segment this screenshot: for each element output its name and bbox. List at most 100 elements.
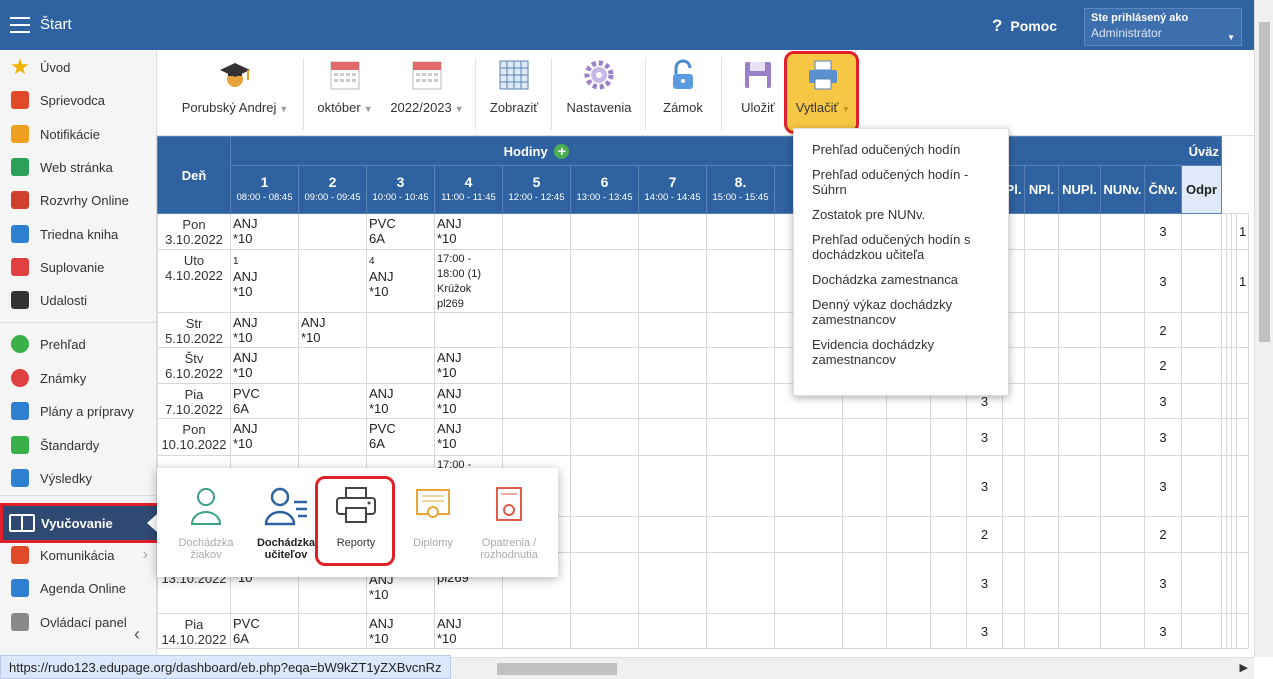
lesson-cell[interactable] — [366, 312, 435, 348]
month-select[interactable]: október ▼ — [315, 58, 375, 130]
sidebar-item-plány-a-prípravy[interactable]: Plány a prípravy — [0, 395, 156, 427]
print-menu-item[interactable]: Prehľad odučených hodín - Súhrn — [794, 162, 1008, 202]
lesson-cell[interactable] — [570, 249, 639, 313]
lesson-cell[interactable] — [638, 213, 707, 250]
lesson-cell[interactable] — [570, 418, 639, 456]
lesson-cell[interactable] — [706, 418, 775, 456]
lesson-cell[interactable]: PVC 6A — [230, 613, 299, 649]
lesson-cell[interactable] — [706, 455, 775, 517]
lesson-cell[interactable] — [298, 249, 367, 313]
sidebar-item-ovládací-panel[interactable]: Ovládací panel — [0, 606, 156, 638]
day-cell[interactable]: Pon 3.10.2022 — [157, 213, 231, 250]
lesson-cell[interactable] — [706, 249, 775, 313]
lesson-cell[interactable] — [298, 347, 367, 384]
sidebar-item-rozvrhy-online[interactable]: Rozvrhy Online — [0, 184, 156, 216]
lesson-cell[interactable]: ANJ *10 — [230, 347, 299, 384]
lesson-cell[interactable] — [706, 516, 775, 553]
lesson-cell[interactable] — [298, 418, 367, 456]
lesson-cell[interactable]: PVC 6A — [230, 383, 299, 419]
sidebar-item-štandardy[interactable]: Štandardy — [0, 429, 156, 461]
sidebar-item-udalosti[interactable]: Udalosti — [0, 284, 156, 316]
lesson-cell[interactable] — [570, 613, 639, 649]
lesson-cell[interactable] — [638, 418, 707, 456]
sidebar-item-notifikácie[interactable]: Notifikácie — [0, 118, 156, 150]
lesson-cell[interactable] — [706, 312, 775, 348]
lesson-cell[interactable] — [706, 613, 775, 649]
lesson-cell[interactable] — [638, 455, 707, 517]
lesson-cell[interactable]: ANJ *10 — [230, 312, 299, 348]
lesson-cell[interactable] — [570, 455, 639, 517]
lesson-cell[interactable] — [706, 383, 775, 419]
year-select[interactable]: 2022/2023 ▼ — [387, 58, 467, 130]
lesson-cell[interactable] — [774, 613, 843, 649]
sidebar-item-prehľad[interactable]: Prehľad — [0, 328, 156, 360]
collapse-sidebar-icon[interactable]: ‹ — [134, 624, 140, 645]
print-menu-item[interactable]: Prehľad odučených hodín s dochádzkou uči… — [794, 227, 1008, 267]
lesson-cell[interactable]: ANJ *10 — [366, 383, 435, 419]
lesson-cell[interactable] — [706, 213, 775, 250]
hamburger-menu-icon[interactable] — [10, 17, 30, 33]
lesson-cell[interactable]: ANJ *10 — [366, 613, 435, 649]
lesson-cell[interactable]: ANJ *10 — [434, 383, 503, 419]
lesson-cell[interactable] — [774, 552, 843, 614]
lesson-cell[interactable] — [366, 347, 435, 384]
lesson-cell[interactable] — [502, 347, 571, 384]
sidebar-item-web-stránka[interactable]: Web stránka — [0, 151, 156, 183]
lesson-cell[interactable] — [502, 418, 571, 456]
lesson-cell[interactable]: ANJ *10 — [298, 312, 367, 348]
lesson-cell[interactable] — [570, 347, 639, 384]
lesson-cell[interactable] — [298, 383, 367, 419]
add-hour-icon[interactable]: + — [554, 143, 570, 159]
arrow-right-icon[interactable]: ▶ — [1240, 661, 1248, 674]
sidebar-item-suplovanie[interactable]: Suplovanie — [0, 251, 156, 283]
lesson-cell[interactable] — [638, 312, 707, 348]
lesson-cell[interactable] — [502, 383, 571, 419]
student-attendance-item[interactable]: Dochádzka žiakov — [167, 486, 245, 561]
settings-button[interactable]: Nastavenia — [561, 58, 637, 130]
save-button[interactable]: Uložiť — [731, 58, 785, 130]
lesson-cell[interactable] — [638, 347, 707, 384]
lesson-cell[interactable] — [434, 312, 503, 348]
print-button[interactable]: Vytlačiť ▼ — [790, 58, 856, 130]
lock-button[interactable]: Zámok — [655, 58, 711, 130]
lesson-cell[interactable] — [638, 383, 707, 419]
day-cell[interactable]: Str 5.10.2022 — [157, 312, 231, 348]
lesson-cell[interactable]: PVC 6A — [366, 213, 435, 250]
lesson-cell[interactable] — [570, 213, 639, 250]
lesson-cell[interactable]: ANJ *10 — [434, 347, 503, 384]
print-menu-item[interactable]: Zostatok pre NUNv. — [794, 202, 1008, 227]
help-link[interactable]: ? Pomoc — [992, 16, 1057, 36]
teacher-select[interactable]: Porubský Andrej ▼ — [179, 58, 291, 130]
sidebar-item-komunikácia[interactable]: Komunikácia › — [0, 539, 156, 571]
sidebar-item-triedna-kniha[interactable]: Triedna kniha — [0, 218, 156, 250]
show-button[interactable]: Zobraziť — [483, 58, 545, 130]
lesson-cell[interactable] — [706, 552, 775, 614]
lesson-cell[interactable] — [638, 552, 707, 614]
sidebar-item-výsledky[interactable]: Výsledky — [0, 462, 156, 494]
lesson-cell[interactable] — [502, 213, 571, 250]
lesson-cell[interactable] — [570, 516, 639, 553]
lesson-cell[interactable] — [502, 613, 571, 649]
lesson-cell[interactable] — [298, 613, 367, 649]
lesson-cell[interactable] — [298, 213, 367, 250]
lesson-cell[interactable]: ANJ *10 — [434, 213, 503, 250]
sidebar-item-vyucovanie[interactable]: Vyučovanie — [0, 503, 160, 543]
day-cell[interactable]: Štv 6.10.2022 — [157, 347, 231, 384]
lesson-cell[interactable] — [638, 516, 707, 553]
lesson-cell[interactable] — [502, 249, 571, 313]
reports-item[interactable]: Reporty — [317, 486, 395, 549]
day-cell[interactable]: Pia 7.10.2022 — [157, 383, 231, 419]
lesson-cell[interactable]: ANJ *10 — [434, 613, 503, 649]
lesson-cell[interactable]: ANJ *10 — [230, 418, 299, 456]
lesson-cell[interactable] — [774, 516, 843, 553]
lesson-cell[interactable]: PVC 6A — [366, 418, 435, 456]
print-menu-item[interactable]: Dochádzka zamestnanca — [794, 267, 1008, 292]
sidebar-item-úvod[interactable]: Úvod — [0, 51, 156, 83]
day-cell[interactable]: Pon 10.10.2022 — [157, 418, 231, 456]
lesson-cell[interactable] — [570, 312, 639, 348]
lesson-cell[interactable] — [570, 552, 639, 614]
vertical-scrollbar[interactable] — [1254, 0, 1273, 657]
sidebar-item-známky[interactable]: Známky — [0, 362, 156, 394]
sidebar-item-agenda-online[interactable]: Agenda Online — [0, 572, 156, 604]
day-cell[interactable]: Uto 4.10.2022 — [157, 249, 231, 313]
